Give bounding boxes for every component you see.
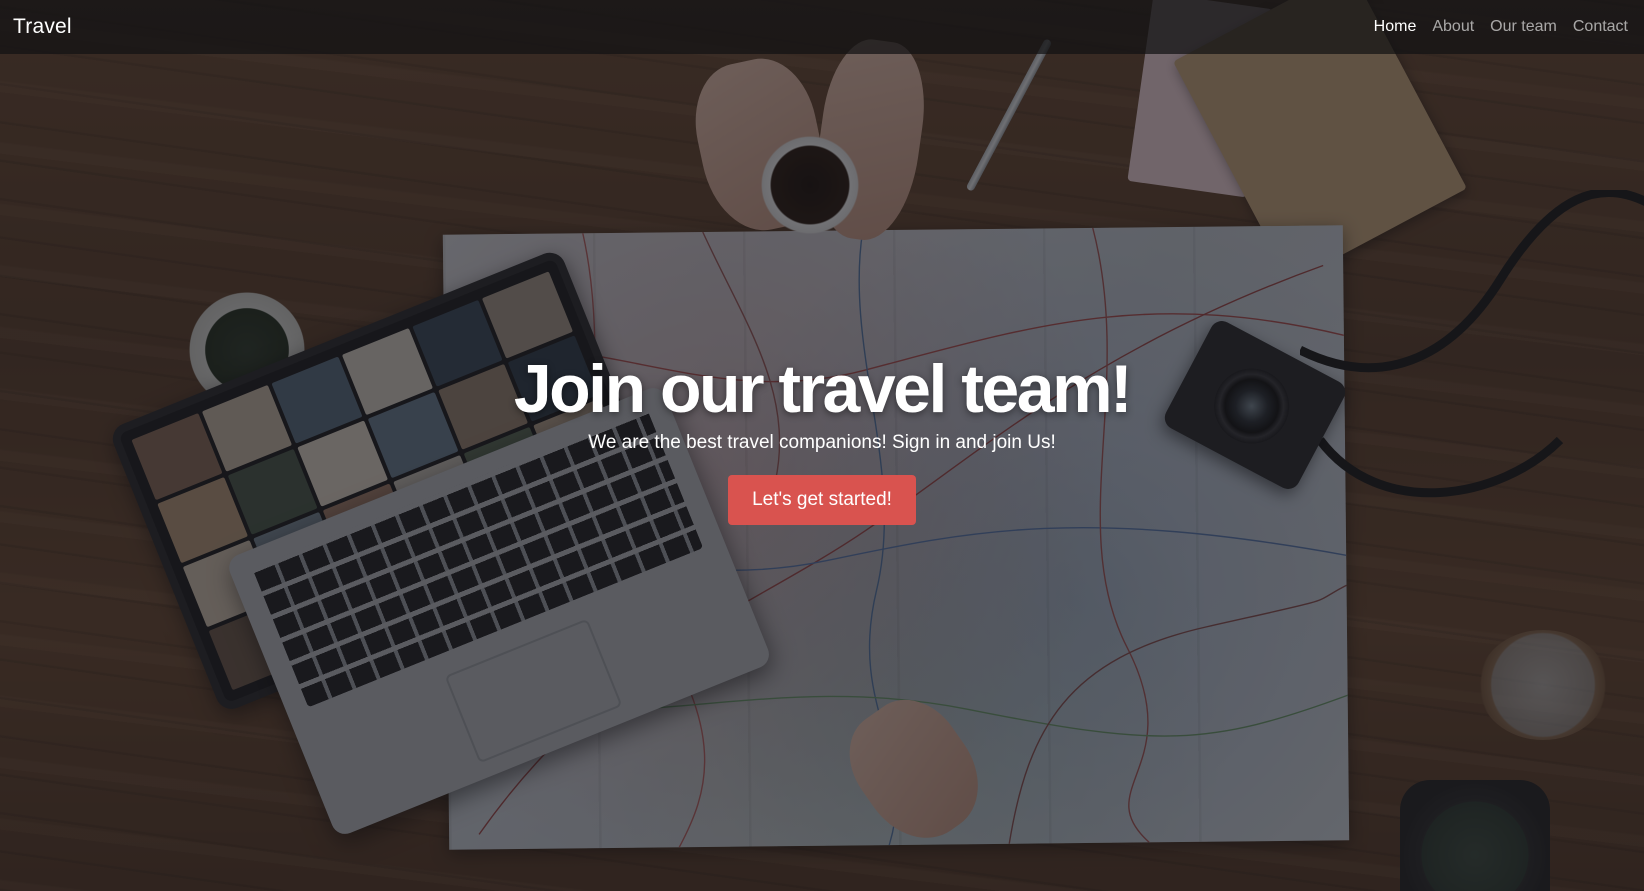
landing-page: Travel Home About Our team Contact Join … (0, 0, 1644, 891)
hero-section: Join our travel team! We are the best tr… (0, 355, 1644, 525)
top-navbar: Travel Home About Our team Contact (0, 0, 1644, 54)
get-started-button[interactable]: Let's get started! (728, 474, 916, 525)
brand-logo[interactable]: Travel (13, 15, 72, 39)
nav-links: Home About Our team Contact (1374, 18, 1628, 36)
nav-link-contact[interactable]: Contact (1573, 18, 1628, 36)
hero-subtitle: We are the best travel companions! Sign … (588, 432, 1056, 453)
nav-link-home[interactable]: Home (1374, 18, 1417, 36)
hero-title: Join our travel team! (513, 351, 1133, 427)
nav-link-about[interactable]: About (1432, 18, 1474, 36)
nav-link-our-team[interactable]: Our team (1490, 18, 1557, 36)
